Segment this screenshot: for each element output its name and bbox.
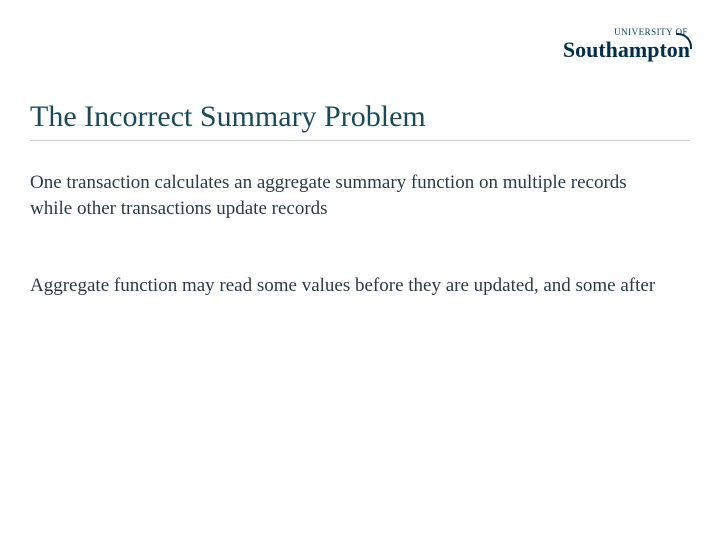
- slide-title: The Incorrect Summary Problem: [30, 100, 690, 141]
- paragraph-2: Aggregate function may read some values …: [30, 273, 670, 299]
- slide: UNIVERSITY OF Southampton The Incorrect …: [0, 0, 720, 540]
- university-logo: UNIVERSITY OF Southampton: [563, 28, 690, 61]
- logo-overline: UNIVERSITY OF: [563, 28, 690, 37]
- slide-body: One transaction calculates an aggregate …: [30, 170, 670, 299]
- logo-wordmark: Southampton: [563, 39, 690, 61]
- paragraph-1: One transaction calculates an aggregate …: [30, 170, 670, 221]
